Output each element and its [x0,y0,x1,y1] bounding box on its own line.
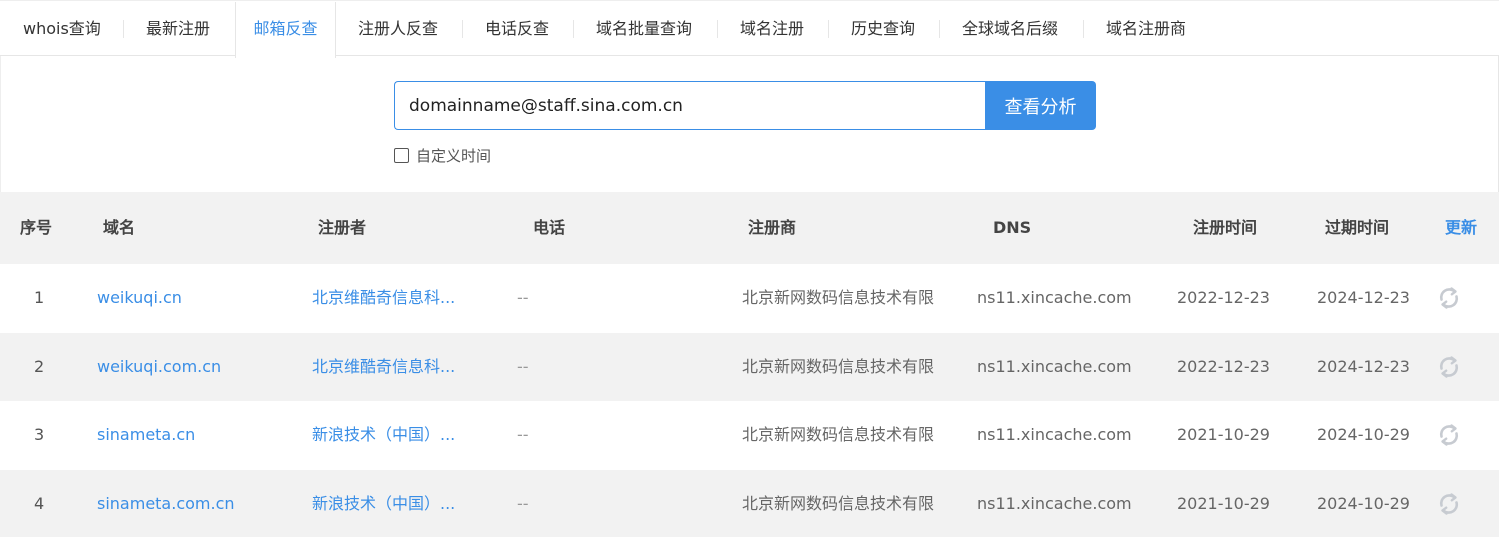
tab-separator [1083,20,1084,38]
email-search-input[interactable] [394,81,986,130]
tab-registrars[interactable]: 域名注册商 [1106,2,1186,56]
tab-domain-registration[interactable]: 域名注册 [740,2,804,56]
exp-date-cell: 2024-10-29 [1317,493,1410,513]
tab-separator [717,20,718,38]
header-index: 序号 [20,218,53,237]
header-refresh[interactable]: 更新 [1445,192,1477,264]
tab-separator [939,20,940,38]
domain-link[interactable]: sinameta.cn [97,401,195,469]
header-reg-date: 注册时间 [1193,218,1258,237]
row-index: 3 [34,425,45,444]
registrar-cell: 北京新网数码信息技术有限 [742,425,935,444]
phone-cell: -- [517,425,529,444]
header-registrant: 注册者 [318,218,367,237]
tab-latest-registration[interactable]: 最新注册 [146,2,210,56]
registrar-cell: 北京新网数码信息技术有限 [742,288,935,307]
refresh-icon[interactable] [1437,355,1461,379]
header-phone: 电话 [533,218,566,237]
domain-link[interactable]: weikuqi.com.cn [97,333,221,401]
header-exp-date: 过期时间 [1325,218,1390,237]
custom-time-label: 自定义时间 [416,146,492,165]
refresh-icon[interactable] [1437,286,1461,310]
custom-time-checkbox[interactable] [394,147,409,163]
table-row: 4 sinameta.com.cn 新浪技术（中国）... -- 北京新网数码信… [0,469,1499,537]
dns-cell: ns11.xincache.com [977,356,1132,376]
reg-date-cell: 2022-12-23 [1177,288,1270,307]
reg-date-cell: 2022-12-23 [1177,356,1270,376]
tab-whois[interactable]: whois查询 [23,2,101,56]
domain-link[interactable]: sinameta.com.cn [97,470,235,537]
exp-date-cell: 2024-12-23 [1317,356,1410,376]
row-index: 4 [34,493,45,513]
tab-phone-reverse[interactable]: 电话反查 [485,2,549,56]
registrar-cell: 北京新网数码信息技术有限 [742,493,935,513]
tab-batch-query[interactable]: 域名批量查询 [596,2,692,56]
header-dns: DNS [993,218,1032,237]
tab-separator [462,20,463,38]
phone-cell: -- [517,493,529,513]
row-index: 1 [34,288,45,307]
table-header: 序号 域名 注册者 电话 注册商 DNS 注册时间 过期时间 更新 [0,192,1499,264]
tab-bar: whois查询 最新注册 邮箱反查 注册人反查 电话反查 域名批量查询 域名注册… [0,0,1499,58]
tab-separator [828,20,829,38]
table-row: 3 sinameta.cn 新浪技术（中国）... -- 北京新网数码信息技术有… [0,401,1499,469]
dns-cell: ns11.xincache.com [977,425,1132,444]
phone-cell: -- [517,288,529,307]
reg-date-cell: 2021-10-29 [1177,425,1270,444]
registrar-cell: 北京新网数码信息技术有限 [742,356,935,376]
registrant-link[interactable]: 北京维酷奇信息科... [312,264,455,332]
refresh-icon[interactable] [1437,423,1461,447]
tab-global-suffix[interactable]: 全球域名后缀 [962,2,1058,56]
exp-date-cell: 2024-12-23 [1317,288,1410,307]
header-domain: 域名 [103,218,136,237]
phone-cell: -- [517,356,529,376]
tab-separator [573,20,574,38]
table-row: 1 weikuqi.cn 北京维酷奇信息科... -- 北京新网数码信息技术有限… [0,264,1499,332]
tab-history-query[interactable]: 历史查询 [851,2,915,56]
header-registrar: 注册商 [748,218,797,237]
registrant-link[interactable]: 新浪技术（中国）... [312,470,455,537]
analyze-button[interactable]: 查看分析 [985,81,1096,130]
tab-separator [123,20,124,38]
table-row: 2 weikuqi.com.cn 北京维酷奇信息科... -- 北京新网数码信息… [0,332,1499,401]
tab-email-reverse[interactable]: 邮箱反查 [235,2,336,58]
registrant-link[interactable]: 北京维酷奇信息科... [312,333,455,401]
row-index: 2 [34,356,45,376]
dns-cell: ns11.xincache.com [977,288,1132,307]
dns-cell: ns11.xincache.com [977,493,1132,513]
exp-date-cell: 2024-10-29 [1317,425,1410,444]
tab-registrant-reverse[interactable]: 注册人反查 [358,2,438,56]
reg-date-cell: 2021-10-29 [1177,493,1270,513]
custom-time-option[interactable]: 自定义时间 [394,145,491,165]
registrant-link[interactable]: 新浪技术（中国）... [312,401,455,469]
refresh-icon[interactable] [1437,492,1461,516]
domain-link[interactable]: weikuqi.cn [97,264,182,332]
